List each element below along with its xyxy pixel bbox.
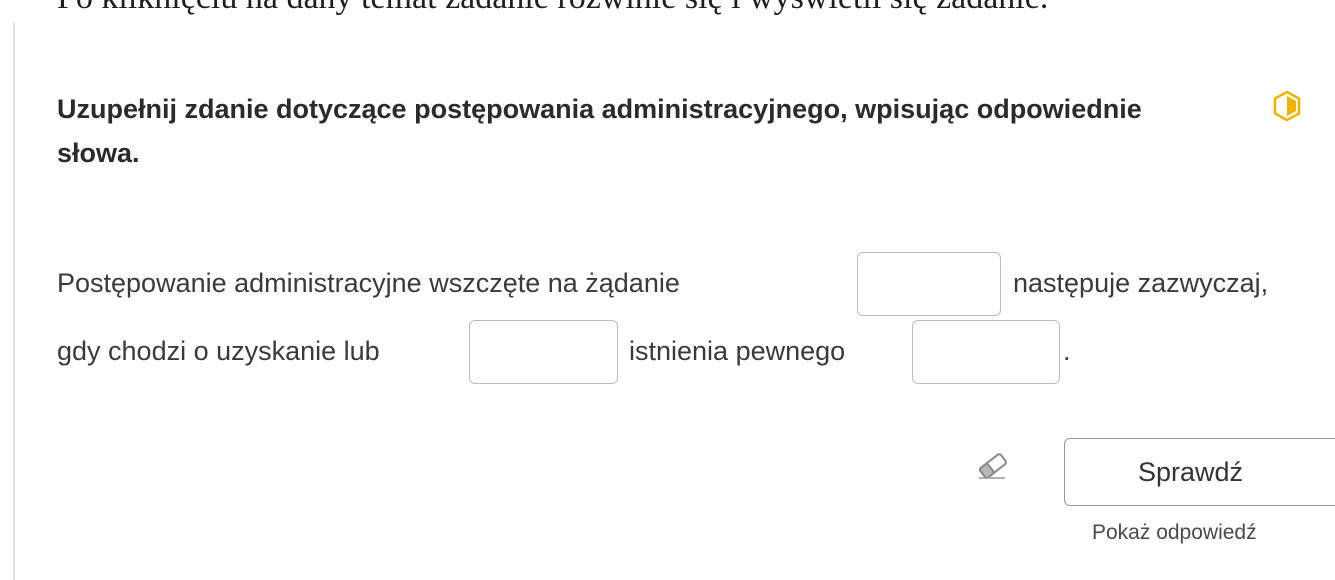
left-divider — [13, 22, 15, 580]
exercise-page: Po kliknięciu na dany temat zadanie rozw… — [0, 0, 1335, 580]
half-filled-hexagon-icon — [1273, 90, 1301, 122]
intro-text: Po kliknięciu na dany temat zadanie rozw… — [57, 0, 1048, 18]
show-answer-link[interactable]: Pokaż odpowiedź — [1092, 518, 1257, 548]
sentence-part-2: następuje zazwyczaj, — [1013, 268, 1269, 298]
gap-input-1[interactable] — [857, 252, 1001, 316]
eraser-icon[interactable] — [975, 451, 1011, 481]
sentence-part-5: . — [1063, 336, 1071, 366]
task-title: Uzupełnij zdanie dotyczące postępowania … — [57, 94, 1142, 168]
sentence-part-3: gdy chodzi o uzyskanie lub — [57, 336, 380, 366]
check-button[interactable]: Sprawdź — [1064, 438, 1335, 506]
gap-input-2[interactable] — [469, 320, 618, 384]
sentence-part-4: istnienia pewnego — [629, 336, 846, 366]
sentence-part-1: Postępowanie administracyjne wszczęte na… — [57, 268, 680, 298]
gap-input-3[interactable] — [912, 320, 1060, 384]
